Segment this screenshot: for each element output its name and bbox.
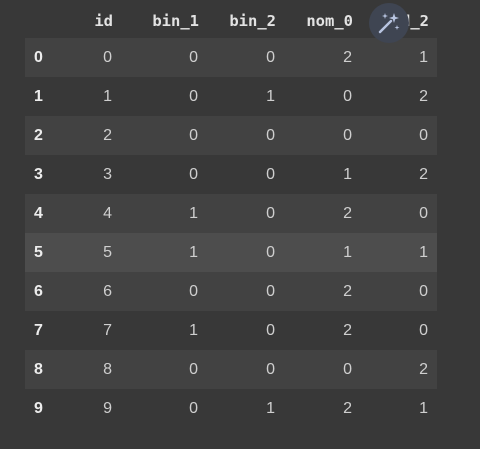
table-cell: 2 [343, 48, 352, 66]
table-cell: 2 [343, 399, 352, 417]
table-cell: 0 [343, 87, 352, 105]
table-cell: 1 [189, 204, 198, 222]
table-cell: 2 [419, 87, 428, 105]
table-cell: 2 [343, 321, 352, 339]
row-index: 4 [34, 204, 43, 222]
table-cell: 5 [103, 243, 112, 261]
table-cell: 0 [419, 321, 428, 339]
table-row: 5 5 1 0 1 1 [25, 233, 437, 272]
table-cell: 0 [189, 360, 198, 378]
table-cell: 8 [103, 360, 112, 378]
table-cell: 4 [103, 204, 112, 222]
table-cell: 0 [189, 165, 198, 183]
clipped-header-above [30, 0, 350, 3]
table-row: 6 6 0 0 2 0 [25, 272, 437, 311]
table-row: 7 7 1 0 2 0 [25, 311, 437, 350]
table-cell: 0 [266, 204, 275, 222]
table-cell: 2 [419, 165, 428, 183]
table-row: 8 8 0 0 0 2 [25, 350, 437, 389]
table-cell: 0 [266, 243, 275, 261]
index-header [25, 4, 53, 38]
table-cell: 7 [103, 321, 112, 339]
table-cell: 2 [343, 204, 352, 222]
table-row: 0 0 0 0 2 1 [25, 38, 437, 77]
table-cell: 1 [189, 243, 198, 261]
table-cell: 2 [419, 360, 428, 378]
row-index: 7 [34, 321, 43, 339]
table-row: 3 3 0 0 1 2 [25, 155, 437, 194]
table-cell: 0 [266, 282, 275, 300]
table-row: 2 2 0 0 0 0 [25, 116, 437, 155]
column-header-nom-0: nom_0 [306, 12, 353, 30]
table-cell: 3 [103, 165, 112, 183]
table-cell: 0 [266, 126, 275, 144]
table-cell: 1 [103, 87, 112, 105]
table-cell: 1 [189, 321, 198, 339]
table-cell: 0 [419, 204, 428, 222]
row-index: 1 [34, 87, 43, 105]
table-cell: 1 [343, 165, 352, 183]
magic-wand-button[interactable] [369, 3, 409, 43]
table-cell: 6 [103, 282, 112, 300]
table-cell: 0 [189, 282, 198, 300]
table-cell: 1 [419, 48, 428, 66]
table-cell: 1 [266, 87, 275, 105]
table-row: 4 4 1 0 2 0 [25, 194, 437, 233]
table-cell: 2 [103, 126, 112, 144]
row-index: 9 [34, 399, 43, 417]
table-cell: 0 [189, 87, 198, 105]
table-cell: 0 [419, 126, 428, 144]
dataframe-table: id bin_1 bin_2 nom_0 ord_2 0000211101022… [25, 4, 437, 428]
column-header-bin-2: bin_2 [229, 12, 276, 30]
table-cell: 0 [266, 321, 275, 339]
table-cell: 0 [189, 48, 198, 66]
column-header-bin-1: bin_1 [152, 12, 199, 30]
table-cell: 0 [266, 48, 275, 66]
table-cell: 0 [103, 48, 112, 66]
table-cell: 0 [419, 282, 428, 300]
row-index: 6 [34, 282, 43, 300]
column-header-id: id [94, 12, 113, 30]
magic-wand-icon [378, 13, 400, 34]
table-cell: 0 [266, 165, 275, 183]
table-cell: 0 [343, 126, 352, 144]
row-index: 0 [34, 48, 43, 66]
table-cell: 1 [419, 243, 428, 261]
table-cell: 0 [189, 399, 198, 417]
table-cell: 2 [343, 282, 352, 300]
row-index: 5 [34, 243, 43, 261]
table-cell: 1 [343, 243, 352, 261]
row-index: 3 [34, 165, 43, 183]
row-index: 8 [34, 360, 43, 378]
table-row: 1 1 0 1 0 2 [25, 77, 437, 116]
table-cell: 1 [266, 399, 275, 417]
table-cell: 1 [419, 399, 428, 417]
table-cell: 0 [189, 126, 198, 144]
table-cell: 9 [103, 399, 112, 417]
table-row: 9 9 0 1 2 1 [25, 389, 437, 428]
table-cell: 0 [266, 360, 275, 378]
row-index: 2 [34, 126, 43, 144]
table-cell: 0 [343, 360, 352, 378]
